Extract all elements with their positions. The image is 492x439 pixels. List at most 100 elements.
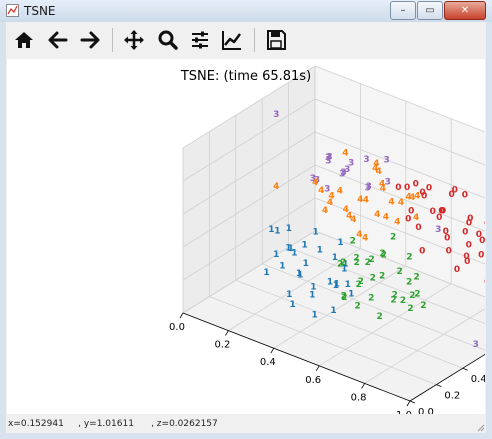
arrow-right-icon [80, 31, 100, 49]
point-label-0: 0 [463, 252, 469, 262]
y-tick-label: 0.0 [418, 407, 434, 414]
point-label-0: 0 [395, 183, 401, 193]
point-label-2: 2 [406, 278, 412, 288]
point-label-0: 0 [462, 191, 468, 201]
point-label-0: 0 [426, 184, 432, 194]
status-bar: x=0.152941 , y=1.01611 , z=0.0262157 [6, 415, 486, 433]
zoom-button[interactable] [156, 28, 180, 52]
y-tick-label: 0.4 [471, 374, 485, 385]
resize-grip-icon[interactable] [475, 422, 485, 432]
maximize-button[interactable]: ▭ [417, 1, 443, 20]
point-label-1: 1 [286, 224, 292, 234]
application-window: TSNE – ▭ ✕ 0.0 0.2 0.4 0.6 0.8 0.0 0.2 0… [0, 0, 492, 439]
figure-canvas[interactable]: 0.00.20.40.60.81.00.00.20.40.60.81.00.00… [7, 59, 492, 421]
point-label-2: 2 [392, 291, 398, 301]
point-label-4: 4 [394, 217, 400, 227]
x-tick-label: 0.8 [351, 392, 367, 403]
point-label-1: 1 [311, 311, 317, 321]
point-label-2: 2 [413, 272, 419, 282]
point-label-3: 3 [348, 159, 354, 169]
point-label-0: 0 [446, 246, 452, 256]
point-label-3: 3 [326, 153, 332, 163]
tsne-3d-plot[interactable]: 0.00.20.40.60.81.00.00.20.40.60.81.00.00… [7, 59, 492, 421]
point-label-0: 0 [478, 250, 484, 260]
y-tick-mark [436, 384, 442, 387]
subplots-button[interactable] [188, 28, 212, 52]
point-label-0: 0 [466, 240, 472, 250]
title-bar[interactable]: TSNE – ▭ ✕ [0, 0, 492, 22]
point-label-1: 1 [301, 241, 307, 251]
magnifier-icon [158, 30, 178, 50]
point-label-0: 0 [430, 207, 436, 217]
point-label-3: 3 [473, 340, 479, 350]
point-label-1: 1 [279, 262, 285, 272]
x-tick-mark [270, 347, 275, 354]
pan-button[interactable] [122, 28, 146, 52]
point-label-0: 0 [413, 180, 419, 190]
save-button[interactable] [264, 28, 288, 52]
point-label-2: 2 [406, 253, 412, 263]
point-label-2: 2 [341, 292, 347, 302]
point-label-3: 3 [363, 155, 369, 165]
point-label-4: 4 [373, 159, 379, 169]
point-label-1: 1 [337, 238, 343, 248]
arrow-left-icon [48, 31, 68, 49]
point-label-1: 1 [273, 250, 279, 260]
point-label-2: 2 [396, 267, 402, 277]
home-button[interactable] [12, 28, 36, 52]
point-label-2: 2 [414, 290, 420, 300]
point-label-3: 3 [383, 156, 389, 166]
point-label-0: 0 [454, 265, 460, 275]
point-label-0: 0 [419, 246, 425, 256]
x-tick-mark [406, 400, 411, 407]
point-label-2: 2 [400, 296, 406, 306]
window-title: TSNE [24, 4, 56, 18]
point-label-3: 3 [435, 225, 441, 235]
point-label-4: 4 [405, 193, 411, 203]
point-label-1: 1 [297, 271, 303, 281]
navigation-toolbar [6, 22, 486, 58]
point-label-0: 0 [443, 227, 449, 237]
point-label-4: 4 [356, 230, 362, 240]
point-label-4: 4 [413, 213, 419, 223]
point-label-4: 4 [363, 195, 369, 205]
point-label-0: 0 [462, 227, 468, 237]
chart-title: TSNE: (time 65.81s) [180, 69, 311, 84]
point-label-1: 1 [291, 248, 297, 258]
point-label-1: 1 [317, 246, 323, 256]
point-label-0: 0 [436, 213, 442, 223]
point-label-1: 1 [286, 290, 292, 300]
forward-button[interactable] [78, 28, 102, 52]
point-label-2: 2 [350, 237, 356, 247]
point-label-4: 4 [388, 197, 394, 207]
close-button[interactable]: ✕ [444, 1, 486, 20]
point-label-4: 4 [327, 198, 333, 208]
point-label-0: 0 [484, 277, 485, 287]
point-label-4: 4 [350, 215, 356, 225]
point-label-4: 4 [312, 178, 318, 188]
point-label-1: 1 [303, 259, 309, 269]
point-label-2: 2 [379, 272, 385, 282]
point-label-2: 2 [376, 312, 382, 322]
point-label-2: 2 [381, 251, 387, 261]
point-label-2: 2 [407, 304, 413, 314]
back-button[interactable] [46, 28, 70, 52]
point-label-1: 1 [274, 227, 280, 237]
x-tick-label: 0.0 [169, 322, 185, 333]
y-tick-mark [462, 367, 468, 371]
point-label-4: 4 [362, 234, 368, 244]
point-label-2: 2 [340, 258, 346, 268]
point-label-2: 2 [390, 232, 396, 242]
edit-axes-button[interactable] [220, 28, 244, 52]
x-tick-mark [179, 312, 184, 319]
toolbar-separator [112, 28, 113, 52]
minimize-button[interactable]: – [390, 1, 416, 20]
point-label-2: 2 [368, 293, 374, 303]
point-label-4: 4 [337, 187, 343, 197]
figure-client-area: 0.00.20.40.60.81.00.00.20.40.60.81.00.00… [6, 22, 492, 433]
sliders-icon [192, 31, 208, 49]
point-label-2: 2 [370, 274, 376, 284]
point-label-2: 2 [420, 301, 426, 311]
x-tick-mark [225, 330, 229, 336]
point-label-1: 1 [263, 268, 269, 278]
